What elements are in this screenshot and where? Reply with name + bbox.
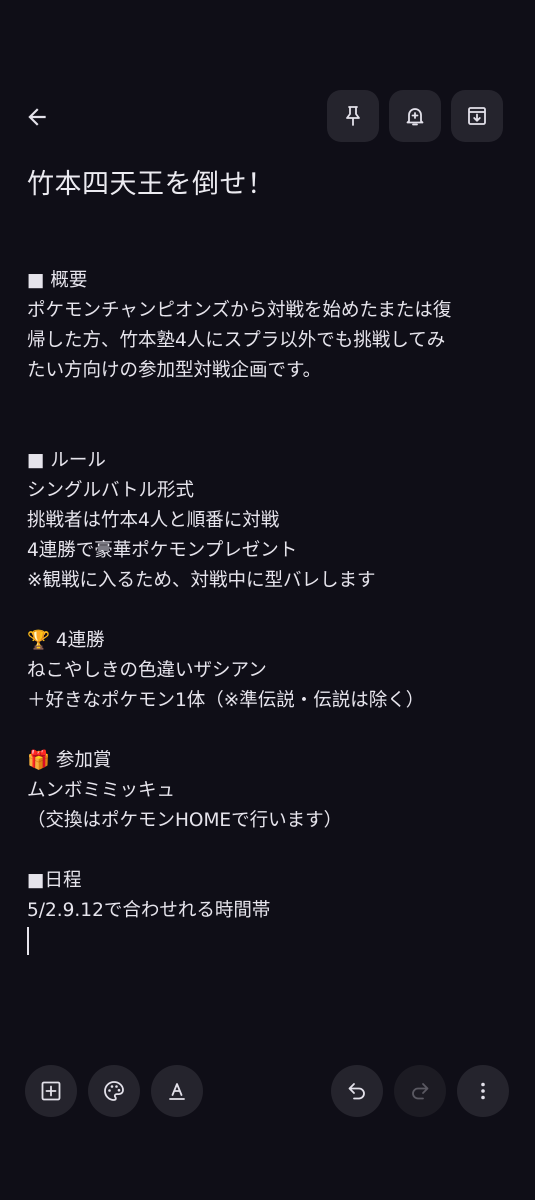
pin-button[interactable]: [327, 90, 379, 142]
text-cursor: [27, 927, 29, 955]
archive-icon: [468, 107, 486, 125]
pin-icon: [346, 106, 360, 126]
note-title[interactable]: 竹本四天王を倒せ！: [27, 165, 507, 205]
bottom-toolbar: [0, 1065, 535, 1119]
add-box-icon: [41, 1081, 61, 1101]
note-line: ポケモンチャンピオンズから対戦を始めたまたは復: [27, 300, 452, 321]
note-line: ■ 概要: [27, 270, 88, 291]
note-line: ムンボミミッキュ: [27, 780, 176, 801]
note-line: 🏆 4連勝: [27, 630, 105, 651]
redo-button[interactable]: [394, 1065, 446, 1117]
note-line: 帰した方、竹本塾4人にスプラ以外でも挑戦してみ: [27, 330, 446, 351]
note-line: 4連勝で豪華ポケモンプレゼント: [27, 540, 298, 561]
note-line: ねこやしきの色違いザシアン: [27, 660, 267, 681]
note-line: 5/2.9.12で合わせれる時間帯: [27, 900, 271, 921]
more-vert-icon: [481, 1082, 485, 1100]
note-line: ＋好きなポケモン1体（※準伝説・伝説は除く）: [27, 690, 425, 711]
add-content-button[interactable]: [25, 1065, 77, 1117]
text-format-button[interactable]: [151, 1065, 203, 1117]
note-line: ■日程: [27, 870, 82, 891]
note-body[interactable]: ■ 概要ポケモンチャンピオンズから対戦を始めたまたは復 帰した方、竹本塾4人にスプ…: [27, 266, 517, 956]
back-button[interactable]: [18, 98, 56, 136]
palette-icon: [104, 1081, 124, 1101]
arrow-back-icon: [28, 108, 46, 126]
archive-button[interactable]: [451, 90, 503, 142]
note-line: ※観戦に入るため、対戦中に型バレします: [27, 570, 376, 591]
reminder-button[interactable]: [389, 90, 441, 142]
undo-icon: [348, 1083, 365, 1100]
note-line: シングルバトル形式: [27, 480, 195, 501]
bell-plus-icon: [406, 108, 424, 126]
note-line: （交換はポケモンHOMEで行います）: [27, 810, 343, 831]
note-line: 🎁 参加賞: [27, 750, 112, 771]
note-line: 挑戦者は竹本4人と順番に対戦: [27, 510, 280, 531]
text-cursor-line: [27, 926, 517, 956]
more-options-button[interactable]: [457, 1065, 509, 1117]
background-options-button[interactable]: [88, 1065, 140, 1117]
note-line: ■ ルール: [27, 450, 106, 471]
undo-button[interactable]: [331, 1065, 383, 1117]
redo-icon: [412, 1083, 429, 1100]
text-format-icon: [169, 1083, 185, 1100]
top-app-bar: [0, 90, 535, 144]
note-line: たい方向けの参加型対戦企画です。: [27, 360, 322, 381]
